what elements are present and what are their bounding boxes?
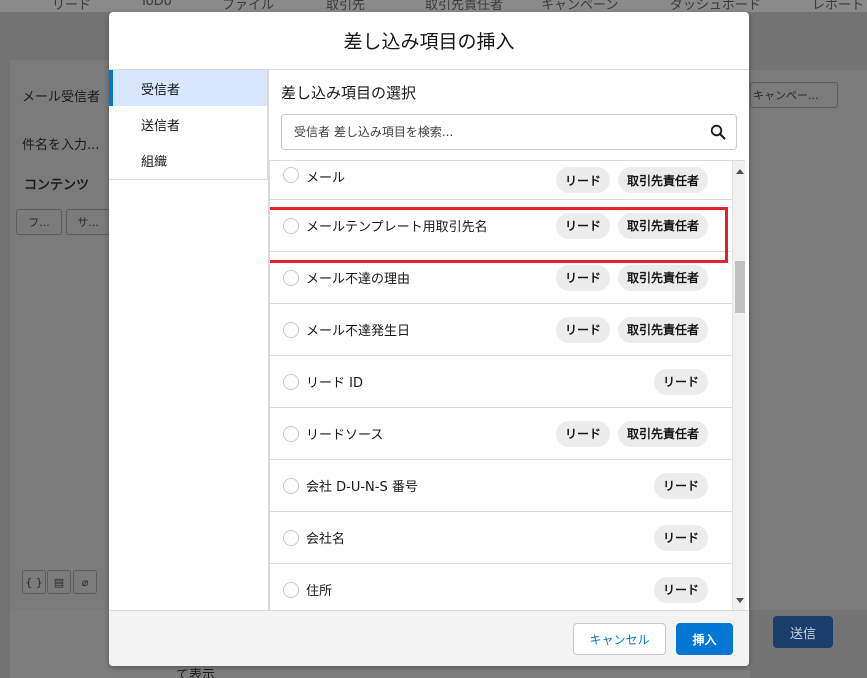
bg-send-button: 送信 (773, 616, 833, 648)
radio-button[interactable] (283, 269, 299, 286)
background-nav-bar: リード ToDo ファイル 取引先 取引先責任者 キャンペーン ダッシュボード … (0, 0, 867, 12)
background-right-panel (750, 70, 867, 610)
merge-field-row[interactable]: メール不達発生日 リード 取引先責任者 (270, 304, 732, 356)
bg-content-label: コンテンツ (24, 178, 90, 193)
bg-bottom-text: て表示 (176, 668, 216, 678)
modal-footer: キャンセル 挿入 (109, 610, 749, 666)
object-badge: リード (555, 167, 610, 193)
merge-field-row[interactable]: メール リード 取引先責任者 (270, 161, 732, 200)
object-badge: 取引先責任者 (617, 212, 708, 239)
merge-field-label: メールテンプレート用取引先名 (306, 220, 488, 235)
radio-button[interactable] (283, 477, 299, 494)
bg-nav-item: ファイル (222, 0, 275, 12)
merge-field-row[interactable]: リードソース リード 取引先責任者 (270, 408, 732, 460)
merge-field-category-nav: 受信者 送信者 組織 (109, 70, 268, 180)
object-badge: 取引先責任者 (617, 316, 708, 343)
object-badges: リード 取引先責任者 (555, 212, 708, 239)
radio-button[interactable] (283, 321, 299, 338)
bg-campaign-select: キャンペー... (750, 82, 838, 108)
radio-button[interactable] (283, 529, 299, 546)
object-badges: リード 取引先責任者 (555, 316, 708, 343)
object-badges: リード (653, 576, 708, 603)
bg-nav-item: ダッシュボード (670, 0, 762, 12)
object-badge: リード (555, 420, 610, 447)
modal-header: 差し込み項目の挿入 (109, 12, 749, 70)
merge-field-label: 会社名 (306, 532, 346, 547)
bg-nav-item: レポート (812, 0, 865, 12)
radio-button[interactable] (283, 373, 299, 390)
section-title: 差し込み項目の選択 (281, 84, 417, 102)
object-badge: リード (555, 316, 610, 343)
scroll-down-arrow-icon[interactable] (736, 598, 744, 603)
object-badge: リード (653, 576, 708, 603)
merge-field-row[interactable]: 住所 リード (270, 564, 732, 610)
merge-field-label: 会社 D-U-N-S 番号 (306, 480, 418, 495)
merge-field-row[interactable]: メールテンプレート用取引先名 リード 取引先責任者 (270, 200, 732, 252)
bg-nav-item: ToDo (140, 0, 172, 9)
object-badge: 取引先責任者 (617, 167, 708, 193)
nav-item-recipient[interactable]: 受信者 (109, 70, 267, 106)
object-badges: リード 取引先責任者 (555, 167, 708, 193)
merge-field-label: メール (306, 171, 346, 186)
nav-item-organization[interactable]: 組織 (109, 142, 267, 178)
modal-body: 受信者 送信者 組織 差し込み項目の選択 メールリード取引先責任者メールテンプレ… (109, 70, 749, 610)
bg-email-recipient-label: メール受信者 (22, 90, 101, 105)
merge-field-search (281, 114, 737, 150)
bg-nav-item: キャンペーン (541, 0, 619, 12)
list-scrollbar[interactable] (732, 161, 745, 610)
merge-field-list: メール リード 取引先責任者 メールテンプレート用取引先名 リード 取引先責任者 メール不達… (270, 161, 732, 610)
radio-button[interactable] (283, 581, 299, 598)
object-badge: 取引先責任者 (617, 264, 708, 291)
scroll-thumb[interactable] (735, 261, 745, 313)
modal-title: 差し込み項目の挿入 (343, 31, 515, 53)
merge-field-row[interactable]: メール不達の理由 リード 取引先責任者 (270, 252, 732, 304)
insert-merge-field-modal: 差し込み項目の挿入 受信者 送信者 組織 差し込み項目の選択 メールリード取引先… (109, 12, 749, 666)
object-badges: リード (653, 368, 708, 395)
object-badges: リード 取引先責任者 (555, 420, 708, 447)
merge-field-list-container: メール リード 取引先責任者 メールテンプレート用取引先名 リード 取引先責任者 メール不達… (269, 160, 745, 610)
radio-button[interactable] (283, 217, 299, 234)
bg-attach-icon: ⌀ (73, 570, 97, 594)
bg-subject-placeholder: 件名を入力... (22, 138, 100, 153)
bg-font-select: フ... (16, 209, 62, 235)
object-badge: リード (555, 212, 610, 239)
merge-field-row[interactable]: リード ID リード (270, 356, 732, 408)
merge-field-label: メール不達の理由 (306, 272, 411, 287)
bg-nav-item: 取引先責任者 (425, 0, 504, 12)
bg-size-select: サ... (66, 209, 110, 235)
nav-item-sender[interactable]: 送信者 (109, 106, 267, 142)
merge-field-row[interactable]: 会社 D-U-N-S 番号 リード (270, 460, 732, 512)
merge-field-label: リード ID (306, 376, 363, 391)
merge-field-search-input[interactable] (294, 125, 704, 139)
object-badges: リード (653, 472, 708, 499)
object-badge: リード (555, 264, 610, 291)
search-icon[interactable] (710, 124, 726, 140)
bg-template-icon: ▤ (47, 570, 71, 594)
merge-field-label: リードソース (306, 428, 384, 443)
merge-field-row[interactable]: 会社名 リード (270, 512, 732, 564)
bg-nav-item: リード (52, 0, 92, 12)
object-badges: リード 取引先責任者 (555, 264, 708, 291)
bg-merge-field-icon: { } (22, 570, 46, 594)
insert-button[interactable]: 挿入 (676, 623, 733, 655)
cancel-button[interactable]: キャンセル (573, 623, 666, 655)
object-badge: リード (653, 472, 708, 499)
object-badge: 取引先責任者 (617, 420, 708, 447)
radio-button[interactable] (283, 425, 299, 442)
object-badges: リード (653, 524, 708, 551)
bg-nav-item: 取引先 (326, 0, 366, 12)
object-badge: リード (653, 368, 708, 395)
merge-field-label: 住所 (306, 584, 333, 599)
merge-field-selection-pane: 差し込み項目の選択 メールリード取引先責任者メールテンプレート用取引先名リード取… (269, 70, 749, 610)
radio-button[interactable] (283, 167, 299, 183)
merge-field-label: メール不達発生日 (306, 324, 411, 339)
object-badge: リード (653, 524, 708, 551)
scroll-up-arrow-icon[interactable] (736, 169, 744, 174)
